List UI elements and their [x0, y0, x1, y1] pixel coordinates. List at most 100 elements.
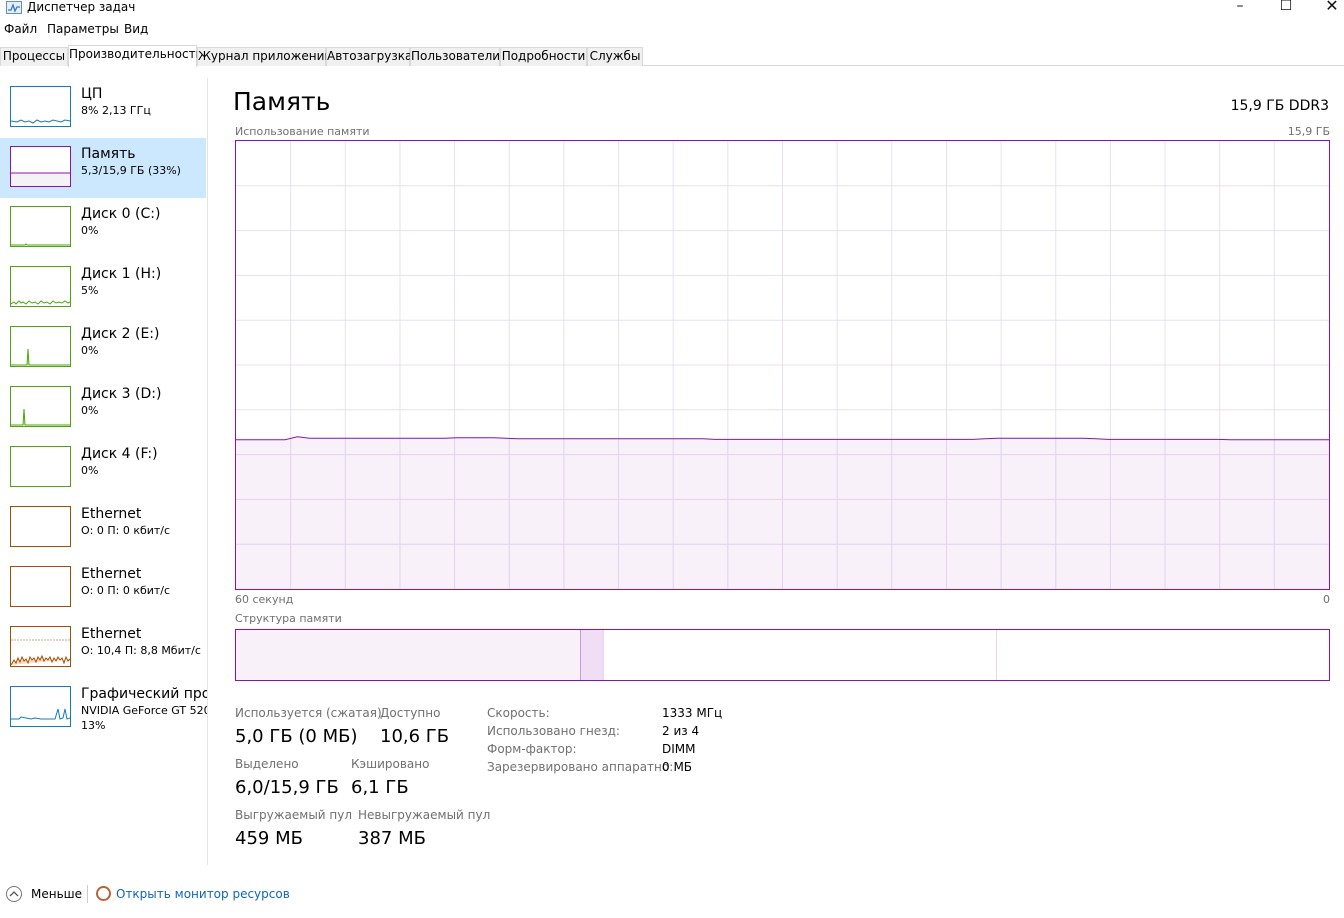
sidebar-item-gpu[interactable]: Графический про NVIDIA GeForce GT 520 13…	[0, 678, 207, 742]
cached-label: Кэшировано	[351, 757, 430, 771]
sidebar-item-cpu[interactable]: ЦП 8% 2,13 ГГц	[0, 78, 206, 138]
menu-file[interactable]: Файл	[4, 22, 37, 36]
sidebar-item-name: Ethernet	[81, 626, 142, 642]
available-value: 10,6 ГБ	[380, 726, 450, 747]
fewer-details-button[interactable]: Меньше	[31, 887, 82, 901]
cached-value: 6,1 ГБ	[351, 777, 409, 798]
speed-value: 1333 МГц	[662, 706, 723, 720]
structure-title: Структура памяти	[235, 612, 342, 625]
paged-pool-value: 459 МБ	[235, 828, 303, 849]
memory-usage-area	[236, 436, 1329, 589]
sidebar-item-name: Ethernet	[81, 566, 142, 582]
open-resource-monitor-link[interactable]: Открыть монитор ресурсов	[116, 887, 290, 901]
maximize-button[interactable]: ☐	[1263, 0, 1309, 14]
disk-1-thumbnail-graph	[10, 266, 71, 307]
footer-divider	[87, 885, 88, 903]
sidebar-item-name: Графический про	[81, 686, 207, 702]
disk-4-thumbnail-graph	[10, 446, 71, 487]
form-factor-value: DIMM	[662, 742, 696, 756]
sidebar-item-disk-2[interactable]: Диск 2 (E:) 0%	[0, 318, 206, 378]
structure-standby	[603, 630, 997, 680]
sidebar-item-sub: 8% 2,13 ГГц	[81, 104, 151, 117]
sidebar-item-sub2: 13%	[81, 719, 106, 732]
sidebar-item-name: Ethernet	[81, 506, 142, 522]
title-bar: Диспетчер задач – ☐ ✕	[0, 0, 1344, 20]
tab-details[interactable]: Подробности	[500, 47, 587, 66]
usage-chart-title: Использование памяти	[235, 125, 370, 138]
tab-users[interactable]: Пользователи	[410, 47, 500, 66]
memory-usage-chart	[235, 140, 1330, 590]
ethernet-2-thumbnail-graph	[10, 566, 71, 607]
memory-spec: 15,9 ГБ DDR3	[1230, 98, 1329, 114]
tab-processes[interactable]: Процессы	[0, 47, 68, 66]
sidebar-item-name: Диск 0 (C:)	[81, 206, 161, 222]
close-button[interactable]: ✕	[1309, 0, 1344, 14]
structure-modified	[580, 630, 604, 680]
sidebar-item-sub: 5%	[81, 284, 99, 297]
sidebar-item-name: Диск 3 (D:)	[81, 386, 162, 402]
tab-services[interactable]: Службы	[587, 47, 643, 66]
speed-label: Скорость:	[487, 706, 550, 720]
sidebar-item-ethernet-3[interactable]: Ethernet О: 10,4 П: 8,8 Мбит/с	[0, 618, 206, 678]
sidebar-item-name: Диск 2 (E:)	[81, 326, 160, 342]
tab-performance[interactable]: Производительность	[68, 45, 203, 67]
tab-app-history[interactable]: Журнал приложений	[197, 47, 332, 66]
usage-chart-max: 15,9 ГБ	[1287, 125, 1330, 138]
memory-structure-bar	[235, 629, 1330, 681]
performance-sidebar: ЦП 8% 2,13 ГГц Память 5,3/15,9 ГБ (33%) …	[0, 78, 208, 865]
sidebar-item-disk-1[interactable]: Диск 1 (H:) 5%	[0, 258, 206, 318]
resource-monitor-icon	[96, 886, 111, 901]
menu-view[interactable]: Вид	[124, 22, 148, 36]
in-use-value: 5,0 ГБ (0 МБ)	[235, 726, 358, 747]
sidebar-item-sub: 5,3/15,9 ГБ (33%)	[81, 164, 181, 177]
sidebar-item-sub: 0%	[81, 404, 99, 417]
sidebar-item-sub: О: 0 П: 0 кбит/с	[81, 584, 171, 597]
sidebar-item-ethernet-1[interactable]: Ethernet О: 0 П: 0 кбит/с	[0, 498, 206, 558]
form-factor-label: Форм-фактор:	[487, 742, 577, 756]
tab-bar: Процессы Производительность Журнал прило…	[0, 45, 1344, 67]
sidebar-item-memory[interactable]: Память 5,3/15,9 ГБ (33%)	[0, 138, 206, 198]
disk-2-thumbnail-graph	[10, 326, 71, 367]
time-axis-left: 60 секунд	[235, 593, 294, 606]
structure-free	[996, 630, 1329, 680]
sidebar-item-name: ЦП	[81, 86, 103, 102]
memory-structure-svg	[236, 630, 1329, 680]
memory-usage-chart-svg	[236, 141, 1329, 589]
sidebar-item-name: Диск 1 (H:)	[81, 266, 162, 282]
committed-value: 6,0/15,9 ГБ	[235, 777, 339, 798]
committed-label: Выделено	[235, 757, 299, 771]
in-use-label: Используется (сжатая)	[235, 706, 382, 720]
sidebar-item-disk-4[interactable]: Диск 4 (F:) 0%	[0, 438, 206, 498]
sidebar-item-disk-3[interactable]: Диск 3 (D:) 0%	[0, 378, 206, 438]
paged-pool-label: Выгружаемый пул	[235, 808, 353, 822]
task-manager-icon	[6, 1, 22, 14]
sidebar-item-sub: 0%	[81, 464, 99, 477]
tab-startup[interactable]: Автозагрузка	[326, 47, 412, 66]
sidebar-item-sub: 0%	[81, 224, 99, 237]
nonpaged-pool-value: 387 МБ	[358, 828, 426, 849]
nonpaged-pool-label: Невыгружаемый пул	[358, 808, 491, 822]
available-label: Доступно	[380, 706, 441, 720]
page-title: Память	[233, 87, 331, 116]
chevron-up-icon[interactable]	[6, 886, 22, 902]
sidebar-item-name: Память	[81, 146, 136, 162]
window-title: Диспетчер задач	[27, 0, 136, 14]
structure-in-use	[236, 630, 581, 680]
sidebar-item-sub: NVIDIA GeForce GT 520	[81, 704, 207, 717]
ethernet-1-thumbnail-graph	[10, 506, 71, 547]
slots-value: 2 из 4	[662, 724, 700, 738]
time-axis-right: 0	[1323, 593, 1330, 606]
footer-bar: Меньше Открыть монитор ресурсов	[0, 881, 1344, 907]
menu-options[interactable]: Параметры	[47, 22, 119, 36]
minimize-button[interactable]: –	[1217, 0, 1263, 14]
sidebar-item-sub: 0%	[81, 344, 99, 357]
gpu-thumbnail-graph	[10, 686, 71, 727]
hardware-reserved-value: 0 МБ	[662, 760, 693, 774]
disk-3-thumbnail-graph	[10, 386, 71, 427]
sidebar-item-name: Диск 4 (F:)	[81, 446, 158, 462]
sidebar-item-ethernet-2[interactable]: Ethernet О: 0 П: 0 кбит/с	[0, 558, 206, 618]
slots-label: Использовано гнезд:	[487, 724, 620, 738]
disk-0-thumbnail-graph	[10, 206, 71, 247]
sidebar-item-disk-0[interactable]: Диск 0 (C:) 0%	[0, 198, 206, 258]
ethernet-3-thumbnail-graph	[10, 626, 71, 667]
